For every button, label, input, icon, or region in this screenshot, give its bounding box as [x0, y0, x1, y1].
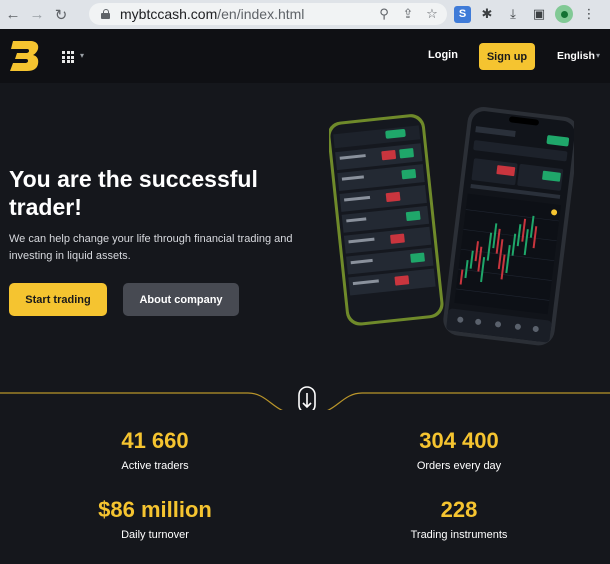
signup-button[interactable]: Sign up	[479, 43, 535, 70]
stat-value: 304 400	[419, 428, 499, 453]
browser-toolbar: ← → ↻ mybtccash.com/en/index.html ⚲ ⇪ ☆ …	[0, 0, 610, 29]
profile-avatar[interactable]	[555, 5, 573, 23]
zoom-icon[interactable]: ⚲	[375, 5, 393, 23]
url-path: /en/index.html	[217, 6, 305, 22]
stat-value: 41 660	[121, 428, 189, 453]
share-icon[interactable]: ⇪	[399, 5, 417, 23]
reload-icon[interactable]: ↻	[50, 4, 72, 26]
stat-trading-instruments: 228 Trading instruments	[359, 497, 559, 542]
browser-menu-icon[interactable]: ⋮	[579, 4, 599, 24]
stats-section: 41 660 Active traders 304 400 Orders eve…	[0, 410, 610, 564]
stat-label: Active traders	[121, 460, 189, 472]
url-host: mybtccash.com	[120, 6, 218, 22]
apps-grid-icon[interactable]	[62, 51, 74, 63]
bookmark-star-icon[interactable]: ☆	[423, 5, 441, 23]
extension-s-icon[interactable]: S	[454, 5, 471, 23]
stat-value: 228	[440, 497, 478, 522]
stat-label: Trading instruments	[410, 529, 508, 541]
stat-active-traders: 41 660 Active traders	[55, 428, 255, 473]
extensions-puzzle-icon[interactable]: ✱	[477, 4, 497, 24]
lock-icon	[101, 9, 110, 19]
trading-app-phones-image	[329, 107, 574, 346]
address-bar[interactable]: mybtccash.com/en/index.html ⚲ ⇪ ☆	[89, 3, 447, 25]
stat-label: Daily turnover	[121, 529, 189, 541]
back-icon[interactable]: ←	[2, 4, 24, 26]
login-link[interactable]: Login	[428, 49, 458, 61]
hero-subtitle: We can help change your life through fin…	[9, 233, 293, 262]
side-panel-icon[interactable]: ▣	[529, 4, 549, 24]
hero-section: You are the successful trader! We can he…	[0, 83, 610, 396]
language-caret-icon[interactable]: ▾	[596, 51, 600, 60]
stat-value: $86 million	[98, 497, 212, 522]
brand-logo[interactable]	[10, 39, 41, 73]
about-company-button[interactable]: About company	[123, 283, 239, 316]
stat-label: Orders every day	[416, 460, 502, 472]
download-icon[interactable]: ⤓	[503, 4, 523, 24]
language-selector[interactable]: English	[557, 50, 595, 62]
apps-caret-icon[interactable]: ▾	[80, 51, 84, 60]
stat-orders-every-day: 304 400 Orders every day	[359, 428, 559, 473]
stat-daily-turnover: $86 million Daily turnover	[55, 497, 255, 542]
start-trading-button[interactable]: Start trading	[9, 283, 107, 316]
site-header: ▾ Login Sign up English ▾	[0, 29, 610, 83]
hero-title: You are the successful trader!	[9, 166, 258, 220]
forward-icon[interactable]: →	[26, 4, 48, 26]
url-text[interactable]: mybtccash.com/en/index.html	[120, 6, 304, 22]
